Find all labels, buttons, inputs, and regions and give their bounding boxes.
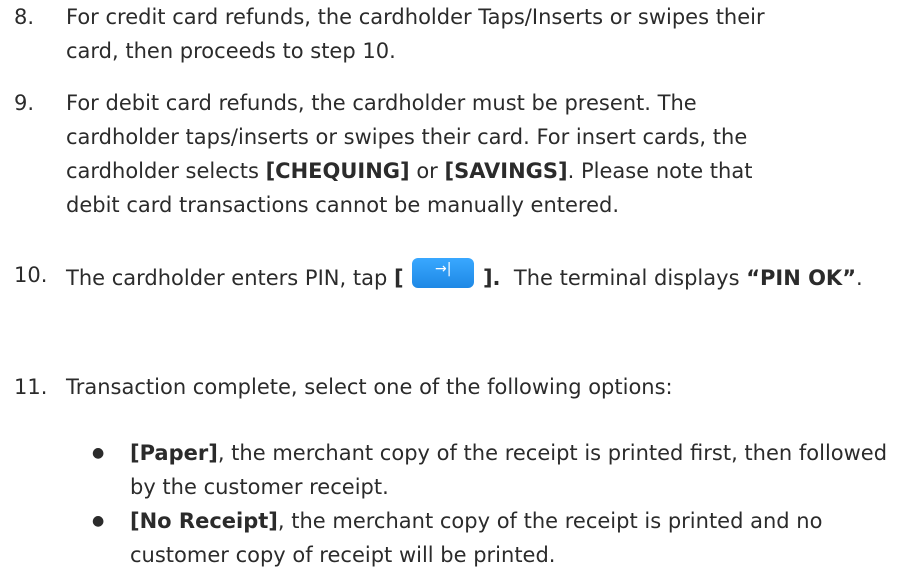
step-text-segment: . [856, 266, 863, 290]
no-receipt-option-label: [No Receipt] [130, 509, 278, 533]
savings-option-label: [SAVINGS] [444, 159, 568, 183]
step-line: debit card transactions cannot be manual… [66, 193, 620, 217]
step-paragraph: The cardholder enters PIN, tap [ →| ]. T… [66, 258, 891, 295]
step-number: 10. [14, 263, 48, 287]
step-text: For debit card refunds, the cardholder m… [66, 86, 891, 222]
step-number: 11. [14, 375, 48, 399]
step-line: cardholder selects [CHEQUING] or [SAVING… [66, 154, 891, 188]
step-9: 9. For debit card refunds, the cardholde… [14, 86, 894, 222]
step-number: 8. [14, 5, 35, 29]
step-text-segment: or [409, 159, 445, 183]
step-line: card, then proceeds to step 10. [66, 39, 396, 63]
list-item: ● [No Receipt], the merchant copy of the… [92, 504, 892, 572]
step-text: Transaction complete, select one of the … [66, 370, 891, 404]
step-text: For credit card refunds, the cardholder … [66, 0, 891, 68]
document-page: 8. For credit card refunds, the cardhold… [0, 0, 900, 575]
step-line: Transaction complete, select one of the … [66, 375, 673, 399]
step-text-segment: The terminal displays [500, 266, 747, 290]
step-10: 10. The cardholder enters PIN, tap [ →| … [14, 258, 894, 295]
bullet-icon: ● [92, 513, 105, 529]
receipt-options-list: ● [Paper], the merchant copy of the rece… [92, 436, 892, 572]
step-11: 11. Transaction complete, select one of … [14, 370, 894, 404]
step-text-segment: cardholder selects [66, 159, 266, 183]
step-number: 9. [14, 91, 35, 115]
bracket-close: ]. [482, 266, 501, 290]
pin-ok-message: “PIN OK” [746, 266, 857, 290]
enter-key-image: →| [412, 258, 475, 288]
step-8: 8. For credit card refunds, the cardhold… [14, 0, 894, 68]
chequing-option-label: [CHEQUING] [265, 159, 410, 183]
step-line: cardholder taps/inserts or swipes their … [66, 125, 748, 149]
step-line: For debit card refunds, the cardholder m… [66, 91, 697, 115]
bullet-icon: ● [92, 445, 105, 461]
list-item: ● [Paper], the merchant copy of the rece… [92, 436, 892, 504]
paper-option-label: [Paper] [130, 441, 218, 465]
step-text-segment: . Please note that [567, 159, 753, 183]
bracket-open: [ [393, 266, 404, 290]
step-line: For credit card refunds, the cardholder … [66, 5, 765, 29]
option-description: , the merchant copy of the receipt is pr… [130, 441, 888, 499]
step-text-segment: The cardholder enters PIN, tap [66, 266, 394, 290]
enter-arrow-icon: →| [435, 261, 452, 277]
step-text: The cardholder enters PIN, tap [ →| ]. T… [66, 258, 891, 295]
